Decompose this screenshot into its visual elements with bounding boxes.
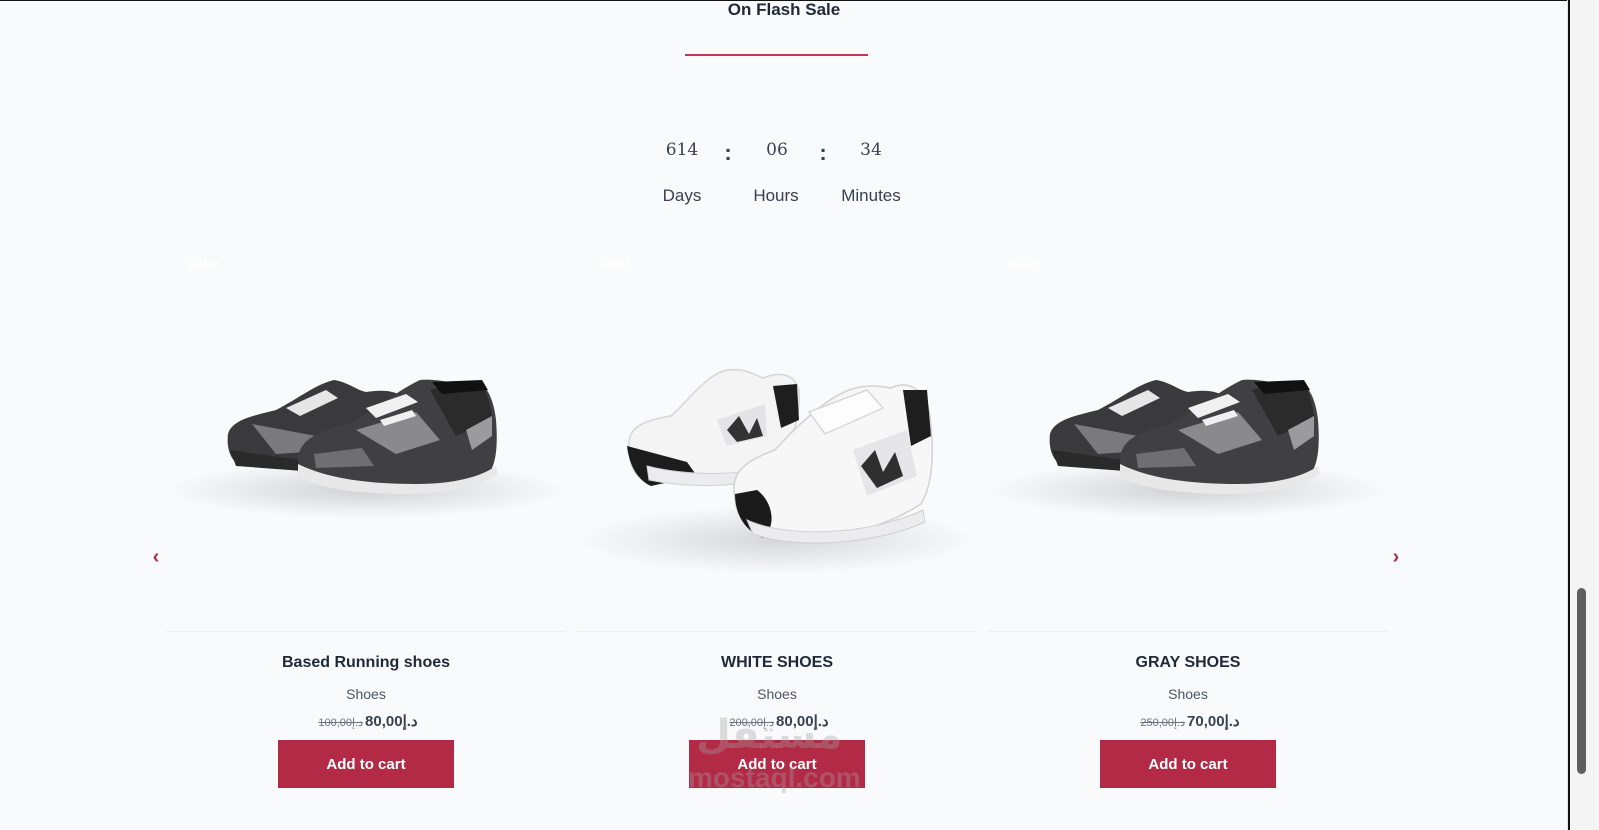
countdown-minutes-label: Minutes	[841, 186, 901, 205]
title-underline	[685, 54, 868, 56]
original-price: د.إ100,00	[318, 717, 363, 729]
product-price: د.إ70,00د.إ250,00	[988, 712, 1388, 730]
sale-price: 80,00	[776, 713, 814, 730]
original-price-value: 100,00	[318, 717, 353, 729]
currency-symbol: د.إ	[813, 713, 829, 730]
product-name[interactable]: GRAY SHOES	[988, 654, 1388, 672]
sale-badge: Sale!	[186, 256, 220, 272]
add-to-cart-button[interactable]: Add to cart	[689, 740, 865, 788]
card-divider	[166, 631, 566, 632]
countdown-days-value: 614	[665, 140, 699, 160]
card-divider	[577, 631, 977, 632]
original-price: د.إ250,00	[1140, 717, 1185, 729]
carousel-prev-arrow-icon[interactable]: ‹	[147, 547, 165, 567]
product-price: د.إ80,00د.إ100,00	[166, 712, 566, 730]
product-image[interactable]	[988, 240, 1388, 632]
original-price-currency: د.إ	[1174, 717, 1186, 729]
scrollbar-thumb[interactable]	[1577, 588, 1586, 774]
countdown-hours-value: 06	[766, 140, 788, 160]
product-card[interactable]: Sale! Based Running shoes Shoes د.إ80,00…	[166, 240, 566, 800]
carousel-next-arrow-icon[interactable]: ›	[1387, 547, 1405, 567]
add-to-cart-button[interactable]: Add to cart	[1100, 740, 1276, 788]
countdown-hours-label: Hours	[753, 186, 799, 205]
original-price-value: 250,00	[1140, 717, 1175, 729]
original-price-currency: د.إ	[763, 717, 775, 729]
card-divider	[988, 631, 1388, 632]
product-category[interactable]: Shoes	[166, 686, 566, 702]
sale-badge: Sale!	[597, 256, 631, 272]
product-card[interactable]: Sale! GRAY SHOES Shoes د.إ70,00د.إ250,00…	[988, 240, 1388, 800]
product-image[interactable]	[166, 240, 566, 632]
product-category[interactable]: Shoes	[988, 686, 1388, 702]
product-name[interactable]: Based Running shoes	[166, 654, 566, 672]
sale-badge: Sale!	[1008, 256, 1042, 272]
add-to-cart-button[interactable]: Add to cart	[278, 740, 454, 788]
sale-price: 70,00	[1187, 713, 1225, 730]
scrollbar-edge	[1568, 0, 1570, 830]
section-title: On Flash Sale	[727, 0, 841, 19]
product-price: د.إ80,00د.إ200,00	[577, 712, 977, 730]
countdown-separator: :	[819, 140, 827, 165]
product-card[interactable]: Sale! WHITE SHOES Shoes د.إ80,00د.إ200,0…	[577, 240, 977, 800]
sale-price: 80,00	[365, 713, 403, 730]
product-category[interactable]: Shoes	[577, 686, 977, 702]
countdown-separator: :	[724, 140, 732, 165]
vertical-scrollbar[interactable]	[1567, 0, 1599, 830]
currency-symbol: د.إ	[402, 713, 418, 730]
original-price-value: 200,00	[729, 717, 764, 729]
countdown-minutes-value: 34	[860, 140, 882, 160]
original-price: د.إ200,00	[729, 717, 774, 729]
product-image[interactable]	[577, 240, 977, 632]
currency-symbol: د.إ	[1224, 713, 1240, 730]
countdown-days-label: Days	[662, 186, 702, 205]
product-name[interactable]: WHITE SHOES	[577, 654, 977, 672]
original-price-currency: د.إ	[352, 717, 364, 729]
